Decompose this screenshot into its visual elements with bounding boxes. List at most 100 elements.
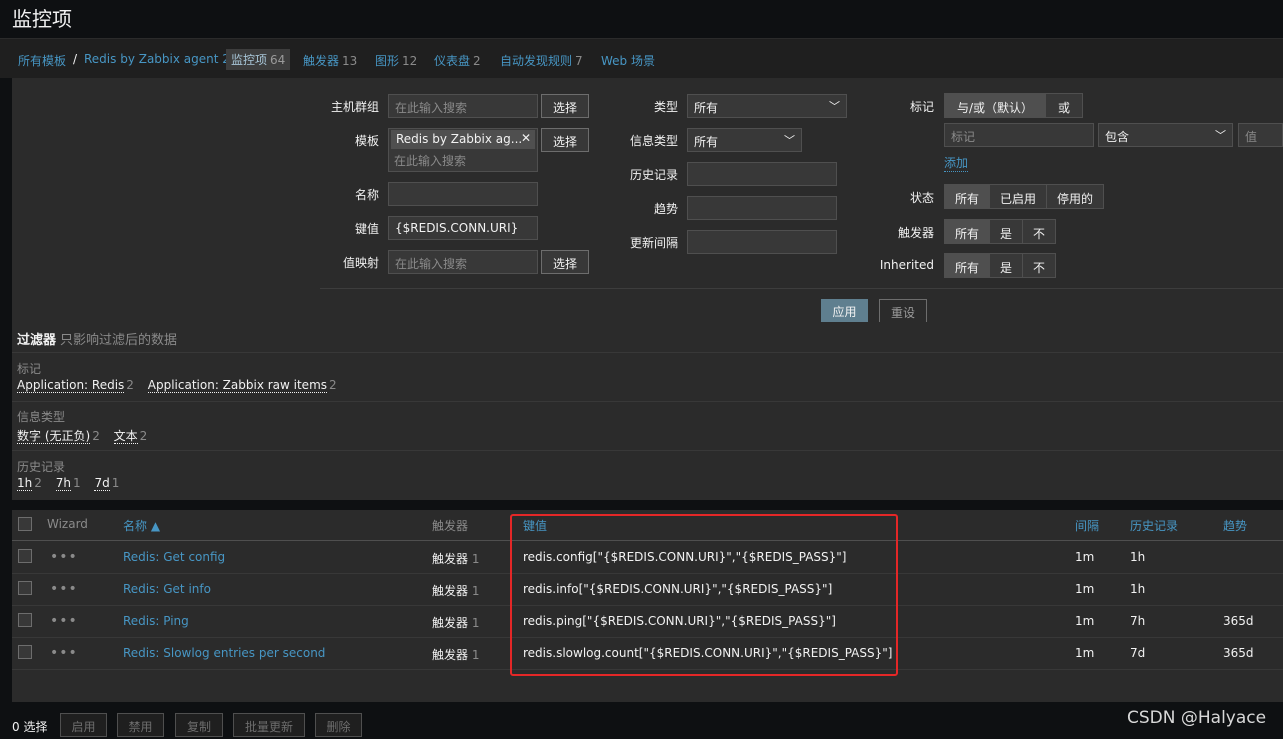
summary-divider [12,401,1283,402]
more-icon[interactable]: ••• [50,613,78,629]
item-key: redis.ping["{$REDIS.CONN.URI}","{$REDIS_… [523,614,836,628]
summary-tag-item[interactable]: Application: Zabbix raw items [147,378,328,393]
header-wizard: Wizard [47,517,88,531]
apply-button[interactable]: 应用 [821,299,868,323]
summary-history-title: 历史记录 [17,460,66,474]
disable-button[interactable]: 禁用 [117,713,164,737]
breadcrumb-all-templates[interactable]: 所有模板 [18,52,66,69]
copy-button[interactable]: 复制 [175,713,223,737]
summary-history-item[interactable]: 7d [94,476,110,491]
info-type-select[interactable]: 所有 ﹀ [687,128,802,152]
breadcrumb-template[interactable]: Redis by Zabbix agent 2 [84,52,230,66]
tag-value-input[interactable]: 值 [1238,123,1283,147]
watermark: CSDN @Halyace [1127,708,1267,728]
row-divider [12,637,1283,638]
item-triggers: 触发器 1 [432,584,480,598]
triggers-no[interactable]: 不 [1023,220,1056,243]
item-triggers-link[interactable]: 触发器 [432,648,468,662]
item-key: redis.config["{$REDIS.CONN.URI}","{$REDI… [523,550,847,564]
triggers-yes[interactable]: 是 [990,220,1024,243]
reset-button[interactable]: 重设 [879,299,927,323]
summary-tag-item[interactable]: Application: Redis [17,378,125,393]
status-toggle: 所有 已启用 停用的 [944,184,1105,209]
row-checkbox[interactable] [18,581,32,595]
tab-graphs[interactable]: 图形 12 [375,52,417,69]
summary-history-item[interactable]: 1h [17,476,33,491]
item-history: 1h [1130,550,1146,564]
tab-dashboards[interactable]: 仪表盘 2 [434,52,481,69]
triggers-all[interactable]: 所有 [945,220,991,243]
enable-button[interactable]: 启用 [60,713,107,737]
more-icon[interactable]: ••• [50,581,78,597]
inherited-toggle: 所有 是 不 [944,253,1057,278]
tag-operator-select[interactable]: 包含 ﹀ [1098,123,1233,147]
tab-items[interactable]: 监控项 64 [226,49,291,70]
summary-info-type-item[interactable]: 数字 (无正负) [17,429,91,444]
item-name-link[interactable]: Redis: Get info [123,582,211,596]
item-name-link[interactable]: Redis: Ping [123,614,189,628]
delete-button[interactable]: 删除 [315,713,362,737]
value-map-input[interactable]: 在此输入搜索 [388,250,538,274]
value-map-select-button[interactable]: 选择 [541,250,589,274]
template-select-button[interactable]: 选择 [541,128,589,152]
template-label: 模板 [354,134,379,148]
tag-name-input[interactable]: 标记 [944,123,1094,147]
add-tag-link[interactable]: 添加 [944,154,969,172]
trends-input[interactable] [687,196,837,220]
item-history: 1h [1130,582,1146,596]
chip-close-icon[interactable]: ✕ [521,131,531,145]
item-triggers-link[interactable]: 触发器 [432,616,468,630]
item-triggers-link[interactable]: 触发器 [432,552,468,566]
inherited-no[interactable]: 不 [1023,254,1056,277]
history-input[interactable] [687,162,837,186]
tab-triggers[interactable]: 触发器 13 [303,52,357,69]
status-enabled[interactable]: 已启用 [990,185,1048,208]
header-trends[interactable]: 趋势 [1223,517,1247,534]
more-icon[interactable]: ••• [50,549,78,565]
row-checkbox[interactable] [18,645,32,659]
item-name-link[interactable]: Redis: Get config [123,550,225,564]
select-all-checkbox[interactable] [18,517,32,531]
inherited-yes[interactable]: 是 [990,254,1024,277]
summary-divider [12,450,1283,451]
header-interval[interactable]: 间隔 [1075,517,1099,534]
header-history[interactable]: 历史记录 [1130,517,1178,534]
value-map-label: 值映射 [342,256,379,270]
selected-count: 0 选择 [12,720,48,734]
type-select[interactable]: 所有 ﹀ [687,94,847,118]
header-name[interactable]: 名称 ▲ [123,517,160,534]
item-interval: 1m [1075,550,1095,564]
status-all[interactable]: 所有 [945,185,991,208]
row-checkbox[interactable] [18,613,32,627]
key-input[interactable]: {$REDIS.CONN.URI} [388,216,538,240]
header-divider [12,540,1283,541]
host-group-select-button[interactable]: 选择 [541,94,589,118]
tags-mode-or[interactable]: 或 [1046,94,1083,117]
tags-mode-and-or[interactable]: 与/或（默认） [945,94,1047,117]
summary-divider [12,352,1283,353]
breadcrumb-separator: / [73,52,78,66]
summary-info-type-item[interactable]: 文本 [113,429,138,444]
item-history: 7h [1130,614,1146,628]
inherited-all[interactable]: 所有 [945,254,991,277]
item-name-link[interactable]: Redis: Slowlog entries per second [123,646,325,660]
item-triggers-link[interactable]: 触发器 [432,584,468,598]
status-disabled[interactable]: 停用的 [1047,185,1104,208]
mass-update-button[interactable]: 批量更新 [233,713,305,737]
interval-input[interactable] [687,230,837,254]
tab-discovery-rules[interactable]: 自动发现规则 7 [500,52,583,69]
info-type-label: 信息类型 [629,134,678,148]
trends-label: 趋势 [653,202,678,216]
row-checkbox[interactable] [18,549,32,563]
key-label: 键值 [354,222,379,236]
name-input[interactable] [388,182,538,206]
item-trends: 365d [1223,614,1254,628]
header-triggers: 触发器 [432,519,469,533]
item-key: redis.info["{$REDIS.CONN.URI}","{$REDIS_… [523,582,833,596]
more-icon[interactable]: ••• [50,645,78,661]
summary-history-item[interactable]: 7h [55,476,71,491]
tab-web-scenarios[interactable]: Web 场景 [601,52,655,69]
host-group-input[interactable]: 在此输入搜索 [388,94,538,118]
header-key[interactable]: 键值 [523,517,547,534]
item-interval: 1m [1075,582,1095,596]
